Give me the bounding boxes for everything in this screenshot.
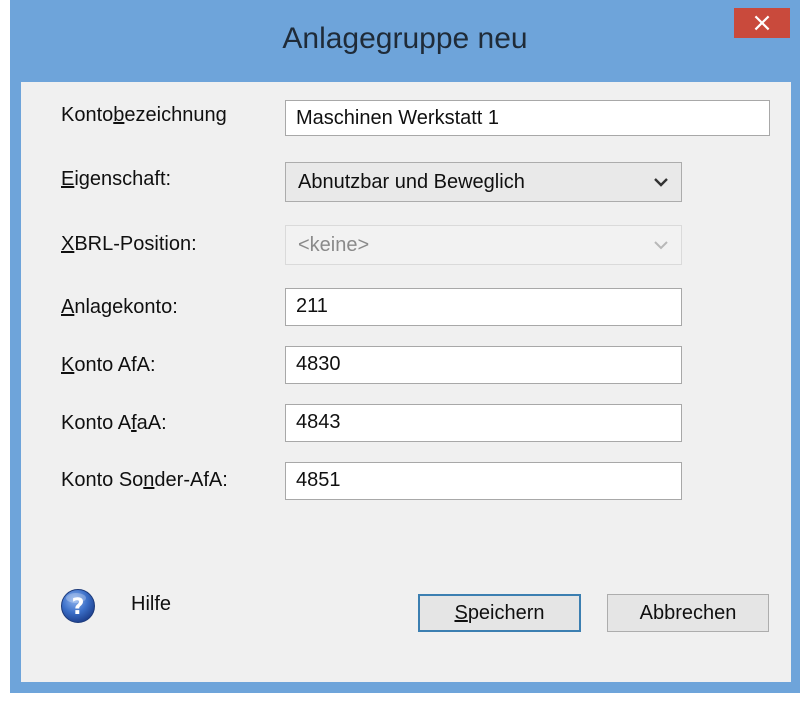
chevron-down-icon — [654, 178, 668, 187]
help-icon[interactable]: ? — [60, 588, 96, 624]
konto-afa-input[interactable]: 4830 — [285, 346, 682, 384]
anlagekonto-label: Anlagekonto: — [61, 296, 178, 318]
eigenschaft-select[interactable]: Abnutzbar und Beweglich — [285, 162, 682, 202]
dialog-title: Anlagegruppe neu — [282, 22, 528, 55]
dialog-window: Anlagegruppe neu × Kontobezeichnung Masc… — [10, 0, 800, 693]
chevron-down-icon — [654, 241, 668, 250]
xbrl-position-label: XBRL-Position: — [61, 233, 197, 255]
konto-afa-label: Konto AfA: — [61, 354, 156, 376]
svg-text:?: ? — [72, 595, 85, 620]
kontobezeichnung-label: Kontobezeichnung — [61, 104, 227, 126]
anlagekonto-input[interactable]: 211 — [285, 288, 682, 326]
title-bar[interactable]: Anlagegruppe neu × — [10, 0, 800, 82]
close-button[interactable]: × — [734, 8, 790, 38]
help-link[interactable]: Hilfe — [131, 593, 171, 616]
konto-afaa-input[interactable]: 4843 — [285, 404, 682, 442]
save-button[interactable]: Speichern — [418, 594, 581, 632]
xbrl-position-select[interactable]: <keine> — [285, 225, 682, 265]
konto-afaa-label: Konto AfaA: — [61, 412, 167, 434]
eigenschaft-label: Eigenschaft: — [61, 168, 172, 190]
eigenschaft-value: Abnutzbar und Beweglich — [298, 171, 525, 193]
konto-sonder-afa-input[interactable]: 4851 — [285, 462, 682, 500]
konto-sonder-afa-label: Konto Sonder-AfA: — [61, 469, 228, 491]
dialog-body: Kontobezeichnung Maschinen Werkstatt 1 E… — [21, 82, 791, 682]
xbrl-position-value: <keine> — [298, 234, 370, 256]
kontobezeichnung-input[interactable]: Maschinen Werkstatt 1 — [285, 100, 770, 136]
cancel-button[interactable]: Abbrechen — [607, 594, 769, 632]
